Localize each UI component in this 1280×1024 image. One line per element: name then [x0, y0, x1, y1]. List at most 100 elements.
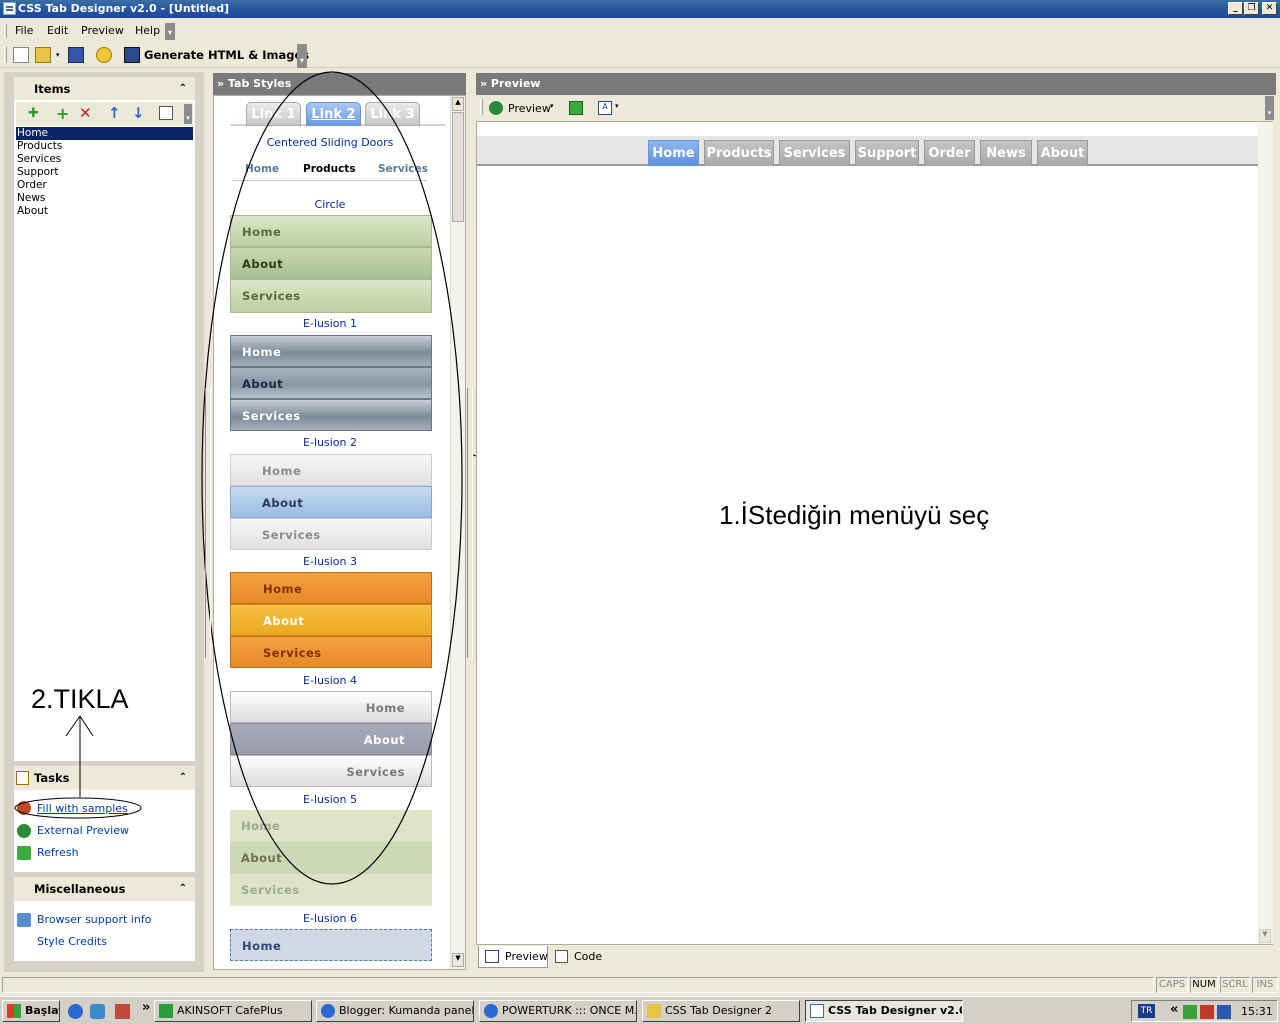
menu-preview[interactable]: Preview [81, 24, 124, 37]
sample-menu-item: Services [230, 399, 432, 431]
misc-panel [14, 901, 195, 961]
style-caption[interactable]: E-lusion 5 [214, 793, 446, 806]
edit-icon[interactable] [159, 106, 173, 120]
more-icon[interactable]: » [142, 1000, 150, 1015]
taskbar-button-label: AKINSOFT CafePlus [177, 1004, 283, 1017]
close-button[interactable]: ✕ [1262, 2, 1277, 15]
external-preview-link[interactable]: External Preview [37, 824, 129, 837]
style-caption[interactable]: E-lusion 3 [214, 555, 446, 568]
menu-edit[interactable]: Edit [47, 24, 68, 37]
preview-tab[interactable]: Order [924, 140, 975, 166]
app-icon[interactable] [115, 1004, 130, 1019]
clock[interactable]: 15:31 [1241, 1005, 1273, 1018]
splitter-handle[interactable] [467, 388, 473, 658]
tray-expand-icon[interactable]: « [1170, 1002, 1178, 1017]
language-indicator[interactable]: TR [1138, 1004, 1155, 1018]
chevron-down-icon[interactable]: ▾ [615, 102, 619, 110]
refresh-icon[interactable] [569, 101, 583, 115]
font-icon[interactable]: A [598, 101, 612, 115]
taskbar-button[interactable]: POWERTURK ::: ONCE M... [479, 1000, 637, 1022]
items-panel-title: Items [34, 82, 71, 96]
list-item[interactable]: Home [16, 127, 193, 140]
sample-menu-item: Home [230, 810, 432, 842]
generate-icon[interactable] [124, 47, 140, 63]
preview-header: » Preview [476, 73, 1276, 95]
scroll-down-icon[interactable]: ▼ [452, 953, 464, 967]
splitter-handle[interactable] [205, 388, 211, 658]
taskbar-button[interactable]: Blogger: Kumanda paneli... [316, 1000, 474, 1022]
collapse-icon[interactable]: ⌃ [179, 877, 187, 901]
list-item[interactable]: About [16, 205, 193, 218]
delete-icon[interactable]: ✕ [79, 104, 92, 122]
tray-icon[interactable] [1217, 1005, 1231, 1019]
preview-tab[interactable]: About [1037, 140, 1088, 166]
outlook-icon[interactable] [90, 1004, 105, 1019]
preview-tab[interactable]: News [980, 140, 1032, 166]
app-icon [3, 2, 16, 15]
annotation-click: 2.TIKLA [31, 684, 129, 714]
scroll-down-icon[interactable]: ▼ [1259, 929, 1271, 943]
move-down-icon[interactable]: ↓ [132, 104, 145, 122]
save-icon[interactable] [68, 47, 84, 63]
menu-help[interactable]: Help [135, 24, 160, 37]
tab-preview[interactable]: Preview [478, 946, 548, 968]
taskbar-button[interactable]: CSS Tab Designer 2 [642, 1000, 800, 1022]
preview-tab[interactable]: Products [704, 140, 774, 166]
browser-support-link[interactable]: Browser support info [37, 913, 151, 926]
list-item[interactable]: Services [16, 153, 193, 166]
sample-menu-item: About [230, 247, 432, 279]
preview-tab[interactable]: Services [779, 140, 850, 166]
chevron-down-icon[interactable]: ▾ [1265, 96, 1274, 120]
divider [232, 180, 427, 181]
preview-scrollbar[interactable]: ▼ [1258, 122, 1273, 944]
chevron-down-icon[interactable]: ▾ [550, 102, 554, 110]
style-caption[interactable]: Circle [214, 198, 446, 211]
fill-with-samples-link[interactable]: Fill with samples [37, 802, 128, 815]
add-icon[interactable]: + [56, 104, 69, 123]
tray-icon[interactable] [1183, 1005, 1197, 1019]
minimize-button[interactable]: _ [1228, 2, 1243, 15]
taskbar-button[interactable]: AKINSOFT CafePlus [154, 1000, 312, 1022]
start-button[interactable]: Başlat [2, 1000, 60, 1022]
new-file-icon[interactable] [13, 47, 29, 63]
preview-tab[interactable]: Home [648, 140, 699, 166]
preview-tab[interactable]: Support [855, 140, 919, 166]
list-item[interactable]: Products [16, 140, 193, 153]
menu-file[interactable]: File [15, 24, 33, 37]
style-caption[interactable]: E-lusion 1 [214, 317, 446, 330]
add-child-icon[interactable]: ✚ [28, 106, 39, 121]
style-caption[interactable]: E-lusion 4 [214, 674, 446, 687]
style-caption[interactable]: E-lusion 6 [214, 912, 446, 925]
chevron-down-icon[interactable]: ▾ [184, 104, 192, 124]
list-item[interactable]: News [16, 192, 193, 205]
sample-menu-item: Home [230, 454, 432, 486]
scrollbar[interactable]: ▲ ▼ [450, 96, 465, 969]
style-credits-link[interactable]: Style Credits [37, 935, 107, 948]
open-folder-icon[interactable] [35, 47, 51, 63]
status-main [2, 977, 1154, 993]
refresh-link[interactable]: Refresh [37, 846, 79, 859]
taskbar: Başlat » AKINSOFT CafePlus Blogger: Kuma… [0, 996, 1280, 1024]
taskbar-button-active[interactable]: CSS Tab Designer v2.0 [805, 1000, 963, 1022]
tab-code[interactable]: Code [550, 946, 610, 968]
ie-icon[interactable] [68, 1004, 83, 1019]
restore-button[interactable]: ❐ [1244, 2, 1259, 15]
tray-icon[interactable] [1200, 1005, 1214, 1019]
grip-icon [4, 24, 7, 38]
help-icon[interactable] [96, 47, 112, 63]
items-panel-header: Items ⌃ [14, 77, 195, 101]
list-item[interactable]: Support [16, 166, 193, 179]
style-caption[interactable]: Centered Sliding Doors [214, 136, 446, 149]
generate-html-button[interactable]: Generate HTML & Images [144, 48, 309, 62]
list-item[interactable]: Order [16, 179, 193, 192]
chevron-down-icon[interactable]: ▾ [165, 23, 175, 40]
chevron-down-icon[interactable]: ▾ [56, 51, 60, 59]
chevron-down-icon[interactable]: ▾ [297, 44, 307, 68]
collapse-icon[interactable]: ⌃ [179, 766, 187, 790]
scroll-up-icon[interactable]: ▲ [452, 97, 464, 111]
scroll-thumb[interactable] [452, 112, 464, 222]
preview-dropdown-button[interactable]: Preview [508, 102, 551, 115]
move-up-icon[interactable]: ↑ [108, 104, 121, 122]
collapse-icon[interactable]: ⌃ [179, 77, 187, 101]
style-caption[interactable]: E-lusion 2 [214, 436, 446, 449]
